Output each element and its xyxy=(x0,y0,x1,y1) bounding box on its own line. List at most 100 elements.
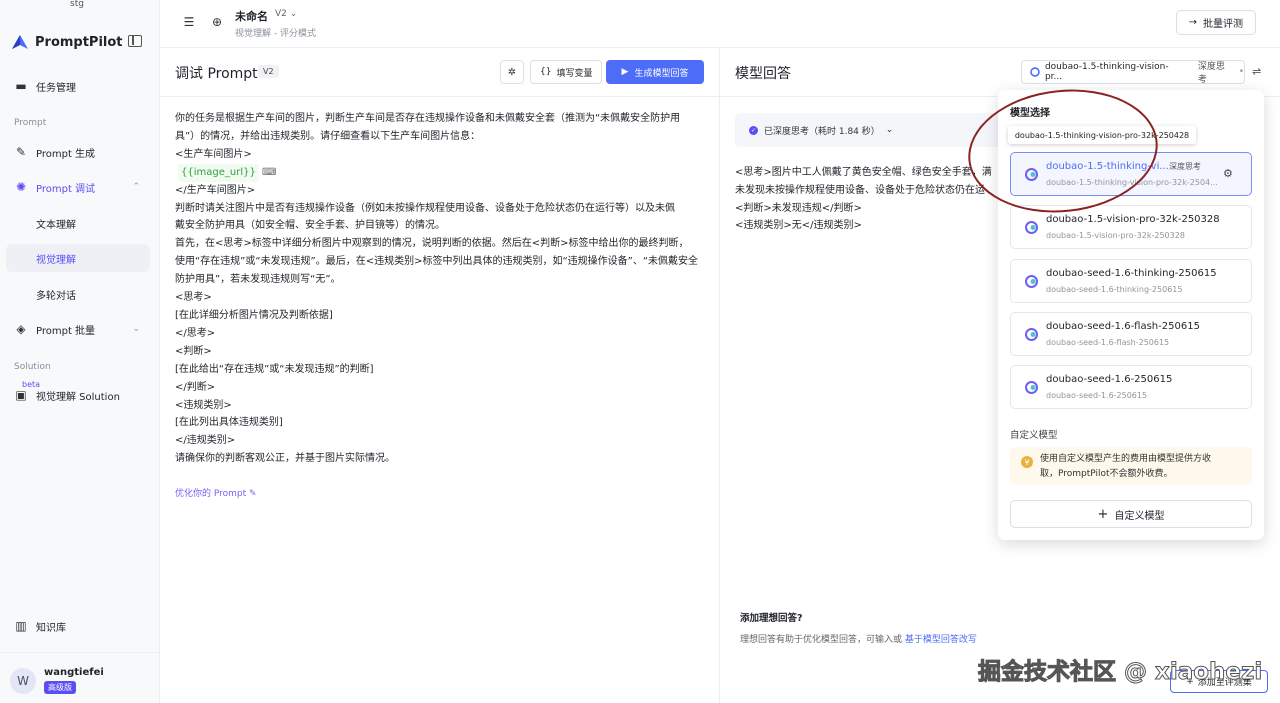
sidebar-item-prompt-debug[interactable]: ✺ Prompt 调试 ⌃ xyxy=(6,173,150,201)
prompt-line: 你的任务是根据生产车间的图片，判断生产车间是否存在违规操作设备和未佩戴安全套（推… xyxy=(175,113,681,124)
generate-answer-button[interactable]: ▶ 生成模型回答 xyxy=(606,60,704,84)
prompt-line: <生产车间图片> xyxy=(175,148,252,160)
braces-icon: {} xyxy=(540,67,552,77)
env-label: stg xyxy=(70,0,84,9)
selected-model-label: doubao-1.5-thinking-vision-pr... xyxy=(1044,62,1169,82)
prompt-panel-title: 调试 Prompt xyxy=(175,66,258,82)
variable-chip[interactable]: {{image_url}} xyxy=(178,163,259,182)
briefcase-icon: ▬ xyxy=(15,79,27,93)
model-select[interactable]: doubao-1.5-thinking-vision-pr... 深度思考 • xyxy=(1021,60,1245,85)
prompt-line: [在此给出“存在违规”或“未发现违规”的判断] xyxy=(175,363,374,375)
sidebar-item-label: 知识库 xyxy=(36,622,66,634)
prompt-panel: 调试 Prompt V2 ✲ {} 填写变量 ▶ 生成模型回答 你的任务是根据生… xyxy=(160,48,720,703)
breadcrumb: 视觉理解 - 评分模式 xyxy=(235,29,316,39)
fill-variables-label: 填写变量 xyxy=(556,68,593,79)
prompt-line: <思考> xyxy=(175,292,212,304)
add-ideal-title: 添加理想回答? xyxy=(740,613,803,624)
book-icon: ▥ xyxy=(15,619,27,633)
sidebar-item-multi-turn[interactable]: 多轮对话 xyxy=(6,280,150,308)
add-custom-model-button[interactable]: + 自定义模型 xyxy=(1010,500,1252,528)
model-name: doubao-seed-1.6-flash-250615 xyxy=(1046,321,1200,332)
prompt-line: </思考> xyxy=(175,327,216,339)
model-option[interactable]: doubao-seed-1.6-flash-250615 doubao-seed-… xyxy=(1010,312,1252,356)
version-label: V2 xyxy=(275,9,287,19)
doubao-icon xyxy=(1025,221,1038,234)
app-root: stg PromptPilot ▬ 任务管理 Prompt ✎ Prompt 生… xyxy=(0,0,1280,703)
prompt-editor[interactable]: 你的任务是根据生产车间的图片，判断生产车间是否存在违规操作设备和未佩戴安全套（推… xyxy=(175,110,705,468)
prompt-line: 判断时请关注图片中是否有违规操作设备（例如未按操作规程使用设备、设备处于危险状态… xyxy=(175,202,675,214)
prompt-line: 防护用具”，若未发现违规则写“无”。 xyxy=(175,274,341,286)
doubao-icon xyxy=(1030,67,1040,77)
prompt-line: 具”）的情况，并给出违规类别。请仔细查看以下生产车间图片信息： xyxy=(175,130,481,142)
page-title[interactable]: 未命名 xyxy=(235,8,268,24)
logo[interactable]: PromptPilot xyxy=(11,34,123,50)
prompt-line: 首先，在<思考>标签中详细分析图片中观察到的情况，说明判断的依据。然后在<判断>… xyxy=(175,238,689,250)
model-name: doubao-seed-1.6-thinking-250615 xyxy=(1046,268,1217,279)
sidebar-item-tasks[interactable]: ▬ 任务管理 xyxy=(6,72,150,100)
divider xyxy=(0,652,160,653)
answer-line: <思考>图片中工人佩戴了黄色安全帽、绿色安全手套，满 xyxy=(735,167,992,178)
menu-icon[interactable]: ☰ xyxy=(179,12,199,32)
model-id: doubao-1.5-vision-pro-32k-250328 xyxy=(1046,231,1185,240)
top-header: ☰ ⊕ 未命名 V2 ⌄ 视觉理解 - 评分模式 → 批量评测 xyxy=(160,0,1280,48)
prompt-line: [在此列出具体违规类别] xyxy=(175,417,283,429)
doubao-icon xyxy=(1025,328,1038,341)
version-dropdown[interactable]: V2 ⌄ xyxy=(275,9,297,19)
model-option[interactable]: doubao-seed-1.6-thinking-250615 doubao-se… xyxy=(1010,259,1252,303)
thinking-status[interactable]: ✓ 已深度思考（耗时 1.84 秒） ⌄ xyxy=(735,113,1005,147)
sidebar-item-label: 多轮对话 xyxy=(36,290,76,302)
answer-line: <违规类别>无</违规类别> xyxy=(735,220,862,232)
user-profile[interactable]: W wangtiefei 高级版 xyxy=(10,667,104,694)
batch-eval-label: 批量评测 xyxy=(1203,19,1243,30)
prompt-line: </判断> xyxy=(175,381,216,393)
sidebar-item-visual-solution[interactable]: ▣ 视觉理解 Solution xyxy=(6,381,150,409)
sidebar-item-knowledge[interactable]: ▥ 知识库 xyxy=(6,612,150,640)
check-icon: ✓ xyxy=(749,125,758,135)
prompt-line: </违规类别> xyxy=(175,435,236,447)
model-id: doubao-seed-1.6-thinking-250615 xyxy=(1046,285,1183,294)
settings-sliders-icon[interactable]: ⇌ xyxy=(1252,65,1261,78)
wand-icon: ✎ xyxy=(15,145,27,159)
model-answer: <思考>图片中工人佩戴了黄色安全帽、绿色安全手套，满 未发现未按操作规程使用设备… xyxy=(735,164,1000,235)
section-label-prompt: Prompt xyxy=(14,118,47,128)
deep-think-tag: 深度思考 xyxy=(1169,162,1201,171)
edit-icon: ✎ xyxy=(249,489,257,499)
version-tag: V2 xyxy=(258,65,279,78)
sidebar-item-text-understanding[interactable]: 文本理解 xyxy=(6,209,150,237)
prompt-line: 使用“存在违规”或“未发现违规”。最后，在<违规类别>标签中列出具体的违规类别，… xyxy=(175,256,699,268)
gear-icon[interactable]: ⚙ xyxy=(1223,167,1233,180)
custom-model-notice: ¥ 使用自定义模型产生的费用由模型提供方收 取，PromptPilot不会额外收… xyxy=(1010,447,1252,485)
rewrite-link[interactable]: 基于模型回答改写 xyxy=(905,635,977,645)
model-id: doubao-seed-1.6-flash-250615 xyxy=(1046,338,1170,347)
thinking-status-label: 已深度思考（耗时 1.84 秒） xyxy=(764,126,880,137)
sidebar: stg PromptPilot ▬ 任务管理 Prompt ✎ Prompt 生… xyxy=(0,0,160,703)
model-option[interactable]: doubao-seed-1.6-250615 doubao-seed-1.6-25… xyxy=(1010,365,1252,409)
sidebar-item-label: Prompt 生成 xyxy=(36,148,96,160)
box-icon: ▣ xyxy=(15,388,27,402)
doubao-icon xyxy=(1025,275,1038,288)
chevron-up-icon: ⌃ xyxy=(132,182,140,192)
fill-variables-button[interactable]: {} 填写变量 xyxy=(530,60,603,84)
divider xyxy=(160,96,719,97)
deep-think-label: 深度思考 xyxy=(1197,62,1225,85)
variable-line: {{image_url}} ⌨ xyxy=(175,163,705,182)
batch-eval-button[interactable]: → 批量评测 xyxy=(1175,10,1256,35)
add-ideal-desc-text: 理想回答有助于优化模型回答，可输入或 xyxy=(740,635,905,645)
custom-model-label: 自定义模型 xyxy=(1010,430,1058,441)
sidebar-item-label: 任务管理 xyxy=(36,82,76,94)
sidebar-item-prompt-batch[interactable]: ◈ Prompt 批量 ⌄ xyxy=(6,315,150,343)
sidebar-item-prompt-generate[interactable]: ✎ Prompt 生成 xyxy=(6,138,150,166)
sidebar-item-label: Prompt 调试 xyxy=(36,183,96,195)
plus-icon: + xyxy=(1097,506,1109,522)
magic-icon[interactable]: ✲ xyxy=(500,60,524,84)
add-icon[interactable]: ⊕ xyxy=(207,12,227,32)
notice-line: 取，PromptPilot不会额外收费。 xyxy=(1040,469,1173,479)
watermark: 掘金技术社区 @ xiaohezi xyxy=(977,659,1263,686)
answer-line: <判断>未发现违规</判断> xyxy=(735,202,862,214)
prompt-line: [在此详细分析图片情况及判断依据] xyxy=(175,309,333,321)
add-ideal-desc: 理想回答有助于优化模型回答，可输入或 基于模型回答改写 xyxy=(740,632,977,645)
sidebar-collapse-icon[interactable] xyxy=(128,35,142,47)
optimize-prompt-link[interactable]: 优化你的 Prompt ✎ xyxy=(175,486,257,499)
sidebar-item-visual-understanding[interactable]: 视觉理解 xyxy=(6,244,150,272)
bug-icon: ✺ xyxy=(15,180,27,194)
